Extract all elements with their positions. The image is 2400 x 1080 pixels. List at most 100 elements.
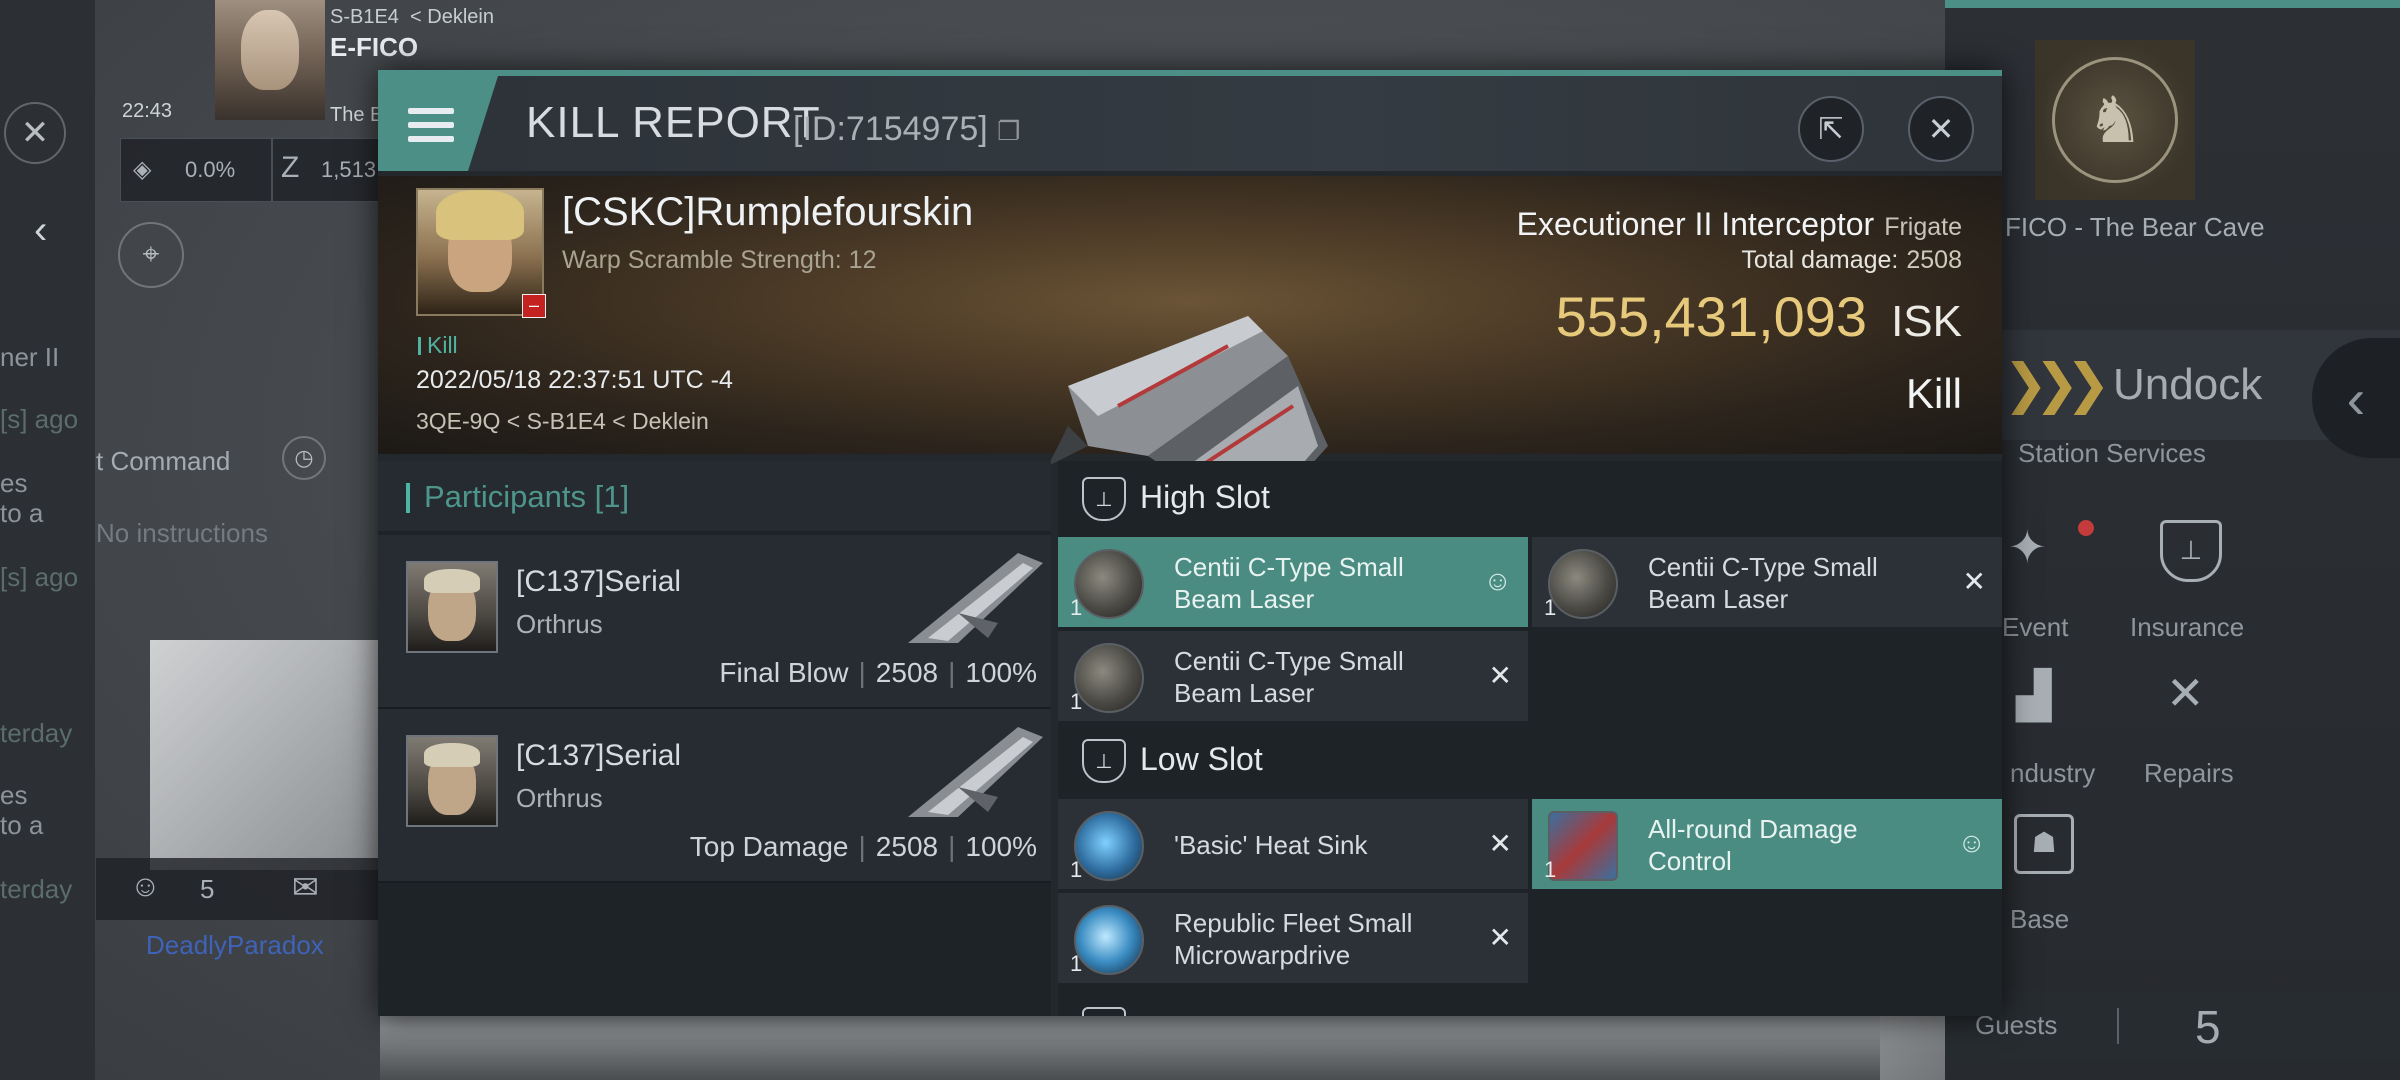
mail-icon[interactable]: ✉ xyxy=(292,868,319,906)
system-label: S-B1E4 < Deklein xyxy=(330,6,494,28)
dialog-title: KILL REPORT xyxy=(526,98,821,147)
participants-title: Participants [1] xyxy=(424,479,630,514)
module-slot[interactable]: 1 Republic Fleet Small Microwarpdrive ✕ xyxy=(1058,893,1528,983)
notification-dot xyxy=(2078,520,2094,536)
participant-portrait[interactable] xyxy=(406,561,498,653)
left-label: ner II xyxy=(0,342,60,372)
kill-tag: Kill xyxy=(418,332,458,359)
participant-stats: Top Damage | 2508 | 100% xyxy=(689,831,1037,862)
left-label: es xyxy=(0,468,28,498)
left-label: terday xyxy=(0,874,73,904)
low-slot-header: ⊥ Low Slot xyxy=(1058,723,2002,793)
hostile-badge: – xyxy=(522,294,546,318)
high-slot-title: High Slot xyxy=(1140,479,1270,515)
kill-id[interactable]: [ID:7154975] ❐ xyxy=(793,110,1020,149)
cargo-icon: ◈ xyxy=(133,156,152,183)
participant-name: [C137]Serial xyxy=(516,565,682,598)
balance-stat[interactable]: Z 1,513 xyxy=(272,138,380,202)
high-slot-header: ⊥ High Slot xyxy=(1058,461,2002,531)
undock-label: Undock xyxy=(2113,360,2263,409)
kill-report-dialog: KILL REPORT [ID:7154975] ❐ ⇱ ✕ – [CSKC]R… xyxy=(378,70,2002,1016)
close-icon[interactable]: ✕ xyxy=(4,102,66,164)
destroyed-icon: ✕ xyxy=(1488,922,1512,953)
participant-ship-icon xyxy=(908,727,1043,817)
result-label: Kill xyxy=(1905,370,1962,417)
wrench-icon: ✕ xyxy=(2166,667,2205,719)
cargo-stat[interactable]: ◈ 0.0% xyxy=(120,138,272,202)
chat-bar[interactable]: ☺ 5 ✉ xyxy=(96,858,378,920)
back-arrow-icon[interactable]: ‹ xyxy=(34,208,47,253)
module-slot[interactable]: 1 Centii C-Type Small Beam Laser ✕ xyxy=(1058,631,1528,721)
left-label: to a xyxy=(0,810,44,840)
station-logo: ♞ xyxy=(2035,40,2195,200)
participant-ship: Orthrus xyxy=(516,783,603,813)
left-label: to a xyxy=(0,498,44,528)
station-structure xyxy=(150,640,380,870)
balance-value: 1,513 xyxy=(321,157,377,182)
service-base[interactable]: Base xyxy=(2010,904,2069,935)
mid-slot-header-partial: ⊥ xyxy=(1058,991,2002,1016)
module-quantity: 1 xyxy=(1544,595,1557,620)
destroyed-icon: ✕ xyxy=(1962,566,1986,597)
total-damage: Total damage: 2508 xyxy=(1741,246,1962,274)
left-label: es xyxy=(0,780,28,810)
module-name: Centii C-Type Small Beam Laser xyxy=(1174,646,1404,708)
pilot-portrait[interactable] xyxy=(215,0,325,120)
share-button[interactable]: ⇱ xyxy=(1798,96,1864,162)
low-slot-title: Low Slot xyxy=(1140,741,1263,777)
cargo-value: 0.0% xyxy=(185,157,236,182)
location-pin-icon[interactable]: ⌖ xyxy=(118,222,184,288)
close-button[interactable]: ✕ xyxy=(1908,96,1974,162)
service-industry[interactable]: ndustry xyxy=(2010,758,2095,789)
chat-user[interactable]: DeadlyParadox xyxy=(146,930,324,961)
unicorn-emblem-icon: ♞ xyxy=(2052,57,2178,183)
module-slot[interactable]: 1 All-round Damage Control ☺ xyxy=(1532,799,2002,889)
fleet-command-label[interactable]: t Command xyxy=(96,446,230,477)
chat-count: 5 xyxy=(200,874,215,904)
kill-timestamp: 2022/05/18 22:37:51 UTC -4 xyxy=(416,366,733,394)
service-repairs[interactable]: Repairs xyxy=(2144,758,2234,789)
heat-sink-icon xyxy=(1074,811,1144,881)
participant-name: [C137]Serial xyxy=(516,739,682,772)
module-quantity: 1 xyxy=(1544,857,1557,882)
destroyed-icon: ✕ xyxy=(1488,828,1512,859)
victim-name[interactable]: [CSKC]Rumplefourskin xyxy=(562,190,973,235)
service-insurance[interactable]: Insurance xyxy=(2130,612,2244,643)
participant-portrait[interactable] xyxy=(406,735,498,827)
service-event[interactable]: Event xyxy=(2002,612,2069,643)
participants-panel: Participants [1] [C137]Serial Orthrus Fi… xyxy=(378,461,1051,1016)
pilot-icon: ☺ xyxy=(1957,827,1986,858)
guests-divider xyxy=(2117,1008,2119,1044)
close-icon: ✕ xyxy=(1927,111,1955,147)
participant-row[interactable]: [C137]Serial Orthrus Top Damage | 2508 | 100… xyxy=(378,709,1051,883)
beam-laser-icon xyxy=(1548,549,1618,619)
clock-icon[interactable]: ◷ xyxy=(282,436,326,480)
kill-location: 3QE-9Q < S-B1E4 < Deklein xyxy=(416,408,709,434)
participants-header: Participants [1] xyxy=(378,461,1051,531)
instructions-text: No instructions xyxy=(96,518,268,548)
party-popper-icon: ✦ xyxy=(2008,521,2047,573)
insurance-shield-icon: ⊥ xyxy=(2160,520,2222,582)
module-name: Centii C-Type Small Beam Laser xyxy=(1648,552,1878,614)
module-name: All-round Damage Control xyxy=(1648,814,1858,876)
left-label: [s] ago xyxy=(0,404,79,434)
balance-icon: Z xyxy=(281,151,300,184)
copy-icon[interactable]: ❐ xyxy=(997,116,1020,146)
ship-name[interactable]: Executioner II Interceptor Frigate xyxy=(1517,206,1962,243)
module-slot[interactable]: 1 Centii C-Type Small Beam Laser ☺ xyxy=(1058,537,1528,627)
module-slot[interactable]: 1 'Basic' Heat Sink ✕ xyxy=(1058,799,1528,889)
hamburger-icon xyxy=(408,108,454,142)
destroyed-icon: ✕ xyxy=(1488,660,1512,691)
module-slot[interactable]: 1 Centii C-Type Small Beam Laser ✕ xyxy=(1532,537,2002,627)
participant-row[interactable]: [C137]Serial Orthrus Final Blow | 2508 | 100… xyxy=(378,535,1051,709)
damage-control-icon xyxy=(1548,811,1618,881)
isk-value: 555,431,093 ISK xyxy=(1555,285,1962,348)
module-name: 'Basic' Heat Sink xyxy=(1174,830,1368,860)
share-icon: ⇱ xyxy=(1818,112,1844,146)
fitting-panel[interactable]: ⊥ High Slot 1 Centii C-Type Small Beam L… xyxy=(1058,461,2002,1016)
guests-count: 5 xyxy=(2195,1001,2221,1053)
module-quantity: 1 xyxy=(1070,595,1083,620)
module-name: Centii C-Type Small Beam Laser xyxy=(1174,552,1404,614)
module-quantity: 1 xyxy=(1070,857,1083,882)
pilot-name: E-FICO xyxy=(330,32,419,62)
